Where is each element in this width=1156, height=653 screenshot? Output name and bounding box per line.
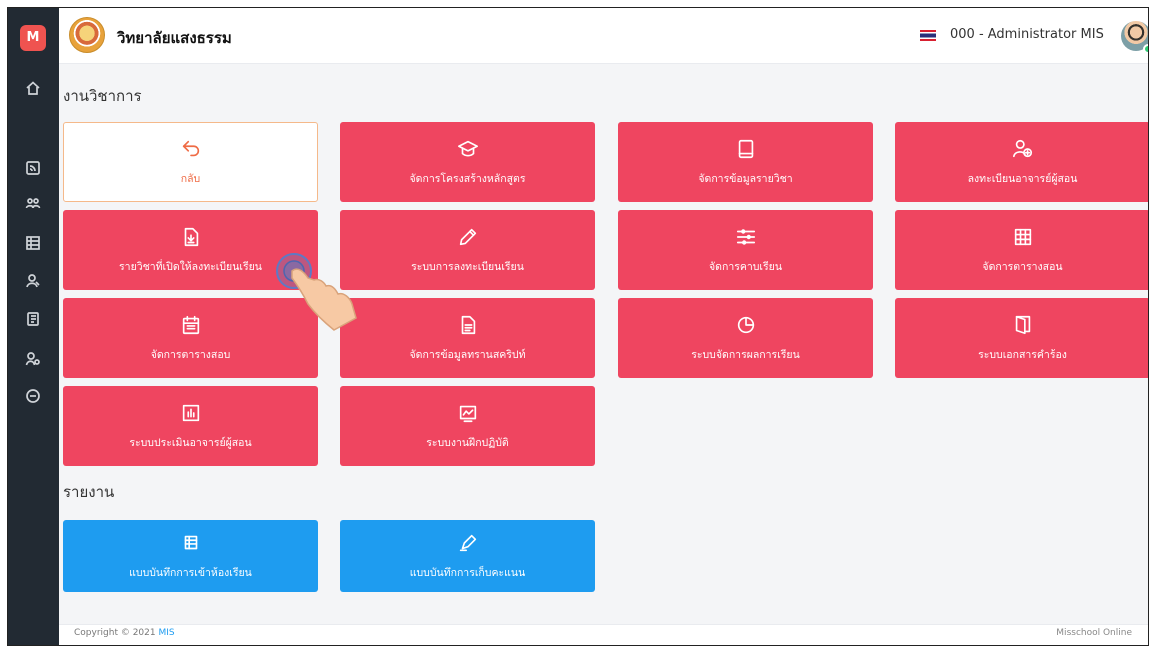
curriculum-tile[interactable]: จัดการโครงสร้างหลักสูตร — [340, 122, 595, 202]
top-bar: วิทยาลัยแสงธรรม 000 - Administrator MIS — [59, 8, 1148, 64]
petitions-label: ระบบเอกสารคำร้อง — [978, 348, 1067, 361]
user-icon[interactable] — [22, 270, 44, 292]
line-chart-icon — [457, 402, 479, 424]
user-name[interactable]: 000 - Administrator MIS — [950, 27, 1104, 42]
teacher-eval-tile[interactable]: ระบบประเมินอาจารย์ผู้สอน — [63, 386, 318, 466]
score-report-label: แบบบันทึกการเก็บคะแนน — [409, 566, 526, 579]
curriculum-label: จัดการโครงสร้างหลักสูตร — [409, 172, 526, 185]
grades-tile[interactable]: ระบบจัดการผลการเรียน — [618, 298, 873, 378]
app-logo[interactable]: M — [20, 25, 46, 51]
users-icon[interactable] — [22, 193, 44, 215]
logout-icon[interactable] — [22, 385, 44, 407]
file-download-icon — [180, 226, 202, 248]
home-icon[interactable] — [22, 77, 44, 99]
table-icon[interactable] — [22, 232, 44, 254]
sliders-icon — [735, 226, 757, 248]
teaching-schedule-label: จัดการตารางสอน — [982, 260, 1063, 273]
internship-tile[interactable]: ระบบงานฝึกปฏิบัติ — [340, 386, 595, 466]
copyright-link[interactable]: MIS — [158, 628, 174, 638]
brand-text: Misschool Online — [1056, 628, 1132, 638]
tap-hand-icon — [276, 253, 357, 331]
thai-flag-icon[interactable] — [920, 30, 936, 41]
petitions-tile[interactable]: ระบบเอกสารคำร้อง — [895, 298, 1148, 378]
periods-label: จัดการคาบเรียน — [708, 260, 782, 273]
register-teacher-tile[interactable]: ลงทะเบียนอาจารย์ผู้สอน — [895, 122, 1148, 202]
subjects-label: จัดการข้อมูลรายวิชา — [698, 172, 793, 185]
copyright-text: Copyright © 2021 — [74, 628, 156, 638]
door-icon — [1012, 314, 1034, 336]
periods-tile[interactable]: จัดการคาบเรียน — [618, 210, 873, 290]
report-section-title: รายงาน — [63, 483, 115, 501]
highlighter-icon — [457, 532, 479, 554]
bar-chart-icon — [180, 402, 202, 424]
open-courses-label: รายวิชาที่เปิดให้ลงทะเบียนเรียน — [119, 260, 262, 273]
app-window: M วิทยาลัยแสงธรรม 000 - Administrator MI… — [7, 7, 1149, 646]
add-user-icon — [1012, 138, 1034, 160]
subjects-tile[interactable]: จัดการข้อมูลรายวิชา — [618, 122, 873, 202]
footer: Copyright © 2021 MIS Misschool Online — [59, 624, 1148, 645]
grades-label: ระบบจัดการผลการเรียน — [691, 348, 800, 361]
back-label: กลับ — [180, 172, 201, 185]
attendance-report-label: แบบบันทึกการเข้าห้องเรียน — [129, 566, 252, 579]
transcript-label: จัดการข้อมูลทรานสคริปท์ — [409, 348, 526, 361]
teacher-eval-label: ระบบประเมินอาจารย์ผู้สอน — [129, 436, 252, 449]
graduation-cap-icon — [457, 138, 479, 160]
book-icon[interactable] — [22, 308, 44, 330]
book-icon — [735, 138, 757, 160]
registration-system-tile[interactable]: ระบบการลงทะเบียนเรียน — [340, 210, 595, 290]
table-icon — [180, 532, 202, 554]
exam-schedule-label: จัดการตารางสอบ — [150, 348, 231, 361]
internship-label: ระบบงานฝึกปฏิบัติ — [426, 436, 509, 449]
school-logo — [69, 17, 105, 53]
document-icon — [457, 314, 479, 336]
score-report-tile[interactable]: แบบบันทึกการเก็บคะแนน — [340, 520, 595, 592]
back-tile[interactable]: กลับ — [63, 122, 318, 202]
user-settings-icon[interactable] — [22, 348, 44, 370]
registration-system-label: ระบบการลงทะเบียนเรียน — [411, 260, 524, 273]
pie-chart-icon — [735, 314, 757, 336]
school-name: วิทยาลัยแสงธรรม — [117, 29, 232, 47]
pencil-icon — [457, 226, 479, 248]
rss-icon[interactable] — [22, 157, 44, 179]
undo-arrow-icon — [180, 138, 202, 160]
sidebar: M — [8, 8, 59, 645]
grid-icon — [1012, 226, 1034, 248]
teaching-schedule-tile[interactable]: จัดการตารางสอน — [895, 210, 1148, 290]
register-teacher-label: ลงทะเบียนอาจารย์ผู้สอน — [967, 172, 1078, 185]
calendar-icon — [180, 314, 202, 336]
copyright: Copyright © 2021 MIS — [74, 628, 175, 638]
attendance-report-tile[interactable]: แบบบันทึกการเข้าห้องเรียน — [63, 520, 318, 592]
online-status-dot — [1143, 44, 1148, 54]
transcript-tile[interactable]: จัดการข้อมูลทรานสคริปท์ — [340, 298, 595, 378]
academic-section-title: งานวิชาการ — [63, 87, 142, 105]
